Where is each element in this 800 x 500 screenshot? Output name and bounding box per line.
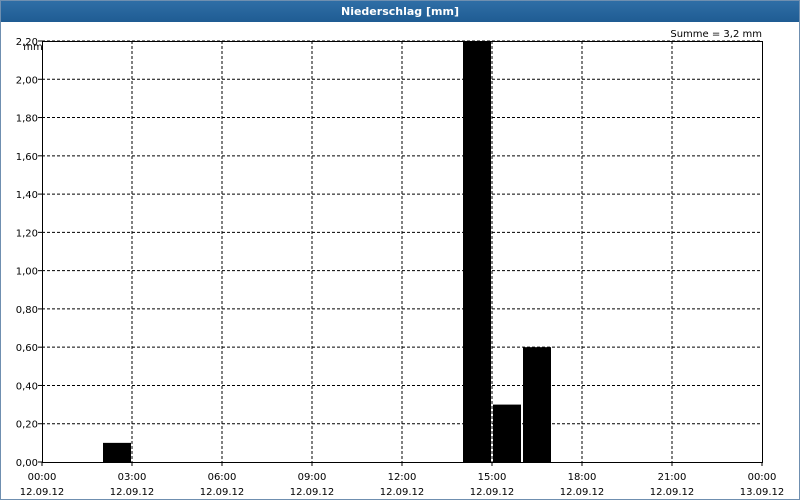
x-tick-date-label: 12.09.12 bbox=[200, 487, 245, 498]
y-tick-label: 0,60 bbox=[16, 343, 38, 354]
y-axis-ticks: 0,00 0,20 0,40 0,60 0,80 1,00 1,20 1,40 1,60 1,80… bbox=[16, 37, 42, 469]
x-tick-date-label: 12.09.12 bbox=[20, 487, 65, 498]
x-tick-time-label: 21:00 bbox=[658, 472, 687, 483]
x-tick-time-label: 00:00 bbox=[28, 472, 57, 483]
x-tick-time-label: 12:00 bbox=[388, 472, 417, 483]
x-tick-date-label: 12.09.12 bbox=[290, 487, 335, 498]
y-tick-label: 2,20 bbox=[16, 37, 38, 48]
y-tick-label: 1,20 bbox=[16, 228, 38, 239]
y-tick-label: 0,20 bbox=[16, 420, 38, 431]
chart-window: Niederschlag [mm] Summe = 3,2 mm mm 0,00… bbox=[0, 0, 800, 500]
sum-label: Summe = 3,2 mm bbox=[670, 29, 762, 40]
x-tick-time-label: 09:00 bbox=[298, 472, 327, 483]
x-tick-date-label: 12.09.12 bbox=[560, 487, 605, 498]
x-tick-time-label: 15:00 bbox=[478, 472, 507, 483]
x-tick-time-label: 00:00 bbox=[748, 472, 777, 483]
window-title: Niederschlag [mm] bbox=[1, 1, 799, 22]
x-tick-time-label: 18:00 bbox=[568, 472, 597, 483]
precipitation-chart: Summe = 3,2 mm mm 0,000,200,400,600,801,… bbox=[16, 29, 785, 498]
precipitation-bar bbox=[523, 347, 551, 462]
y-tick-label: 1,80 bbox=[16, 114, 38, 125]
x-tick-date-label: 12.09.12 bbox=[650, 487, 695, 498]
x-tick-time-label: 03:00 bbox=[118, 472, 147, 483]
x-tick-date-label: 12.09.12 bbox=[470, 487, 515, 498]
y-tick-label: 0,80 bbox=[16, 305, 38, 316]
x-tick-date-label: 12.09.12 bbox=[380, 487, 425, 498]
precipitation-bar bbox=[103, 442, 131, 462]
x-tick-time-label: 06:00 bbox=[208, 472, 237, 483]
grid bbox=[42, 40, 762, 462]
x-tick-date-label: 13.09.12 bbox=[740, 487, 785, 498]
y-tick-label: 1,60 bbox=[16, 152, 38, 163]
y-tick-label: 2,00 bbox=[16, 75, 38, 86]
precipitation-bar bbox=[493, 404, 521, 462]
x-tick-date-label: 12.09.12 bbox=[110, 487, 155, 498]
precipitation-bar bbox=[463, 41, 491, 462]
y-tick-label: 0,40 bbox=[16, 381, 38, 392]
x-axis-ticks: 00:00 12.09.12 03:00 12.09.12 06:00 12.09.12 0… bbox=[20, 462, 785, 498]
bar-series bbox=[103, 41, 551, 462]
y-tick-label: 0,00 bbox=[16, 458, 38, 469]
y-tick-label: 1,40 bbox=[16, 190, 38, 201]
y-tick-label: 1,00 bbox=[16, 267, 38, 278]
